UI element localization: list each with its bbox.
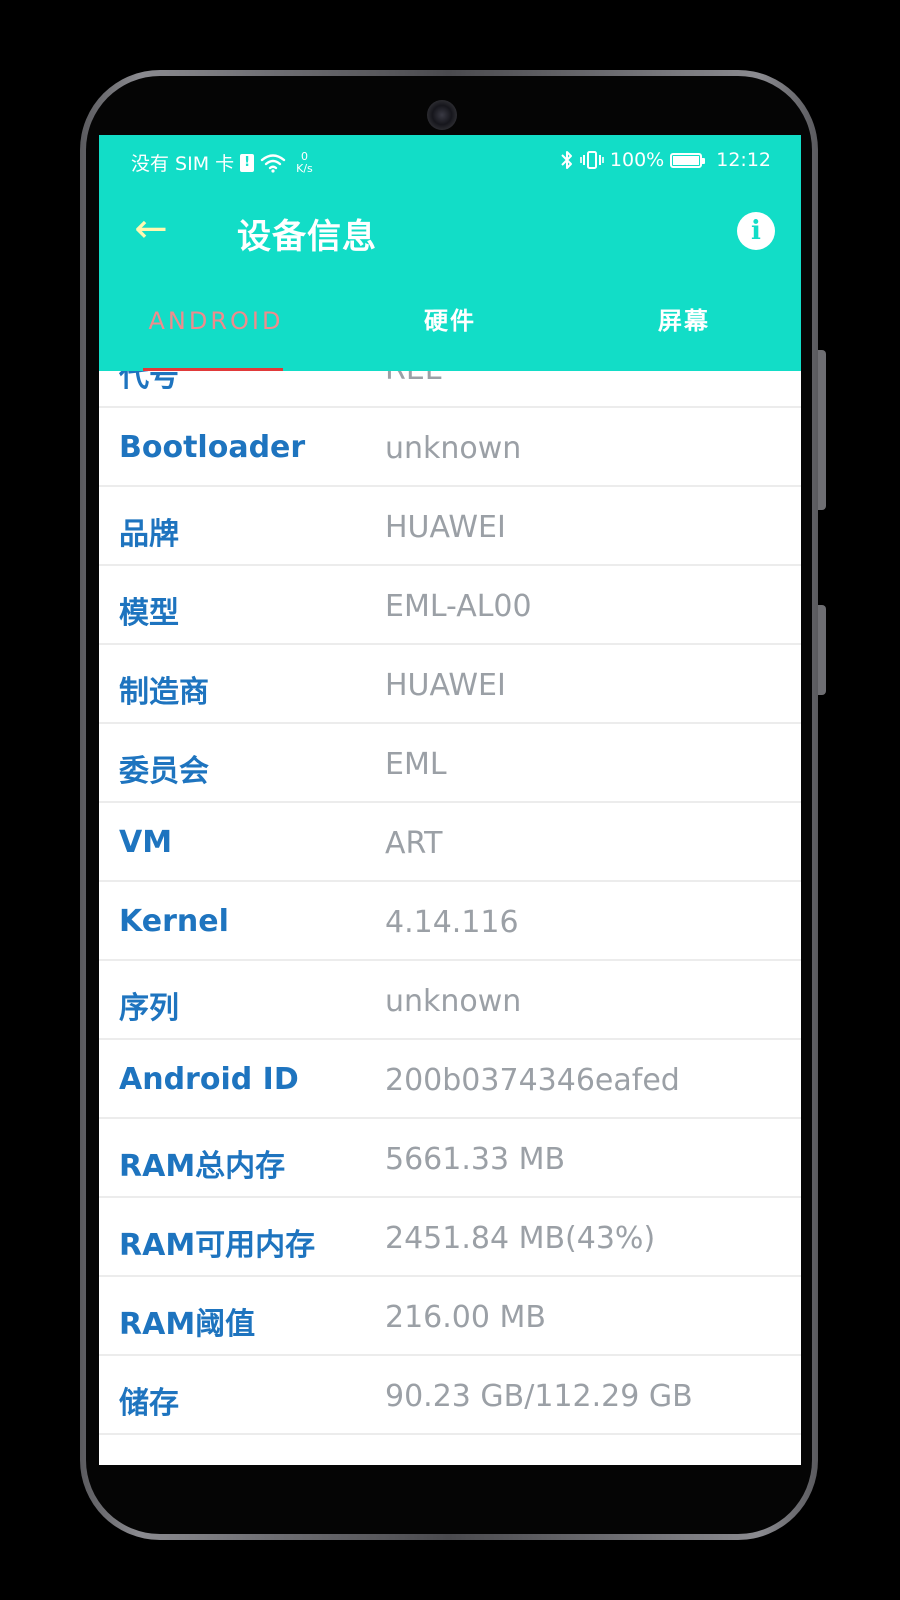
list-item[interactable]: 制造商 HUAWEI (99, 645, 801, 724)
list-item[interactable]: RAM可用内存 2451.84 MB(43%) (99, 1198, 801, 1277)
list-item[interactable]: 品牌 HUAWEI (99, 487, 801, 566)
power-button (818, 605, 826, 695)
row-value: 90.23 GB/112.29 GB (385, 1379, 693, 1414)
tab-screen[interactable]: 屏幕 (567, 283, 801, 371)
battery-percent: 100% (609, 149, 665, 171)
sim-alert-icon: ! (240, 153, 255, 172)
list-item[interactable]: RAM阈值 216.00 MB (99, 1277, 801, 1356)
row-value: 2451.84 MB(43%) (385, 1221, 656, 1256)
battery-fill (673, 155, 700, 165)
row-label: 序列 (119, 991, 179, 1026)
row-label: Kernel (119, 904, 229, 939)
row-label: 储存 (119, 1386, 179, 1421)
tab-android[interactable]: ANDROID (99, 283, 333, 371)
row-value: REL (385, 371, 442, 387)
row-value: 5661.33 MB (385, 1142, 566, 1177)
wifi-icon (260, 153, 286, 173)
row-value: HUAWEI (385, 668, 506, 703)
row-value: 216.00 MB (385, 1300, 546, 1335)
front-camera (427, 100, 457, 130)
row-label: 委员会 (119, 754, 209, 789)
list-item[interactable]: Android ID 200b0374346eafed (99, 1040, 801, 1119)
tab-hardware[interactable]: 硬件 (333, 283, 567, 371)
row-value: ART (385, 826, 443, 861)
row-value: unknown (385, 984, 522, 1019)
status-bar: 没有 SIM 卡 ! 0 K/s 100% 12:12 (99, 135, 801, 191)
row-value: unknown (385, 431, 522, 466)
row-value: EML (385, 747, 447, 782)
row-label: Bootloader (119, 430, 306, 465)
bluetooth-icon (561, 151, 572, 169)
row-label: VM (119, 825, 173, 860)
info-icon[interactable]: i (737, 212, 775, 250)
status-time: 12:12 (716, 149, 771, 171)
status-right: 100% 12:12 (560, 149, 771, 171)
page-title: 设备信息 (237, 217, 377, 257)
tab-label: 硬件 (424, 307, 476, 335)
list-item[interactable]: VM ART (99, 803, 801, 882)
battery-icon (670, 152, 706, 168)
list-item[interactable]: 序列 unknown (99, 961, 801, 1040)
list-item[interactable]: 代号 REL (99, 371, 801, 408)
row-label: 品牌 (119, 517, 179, 552)
vibrate-icon (580, 151, 604, 169)
carrier-text: 没有 SIM 卡 (131, 153, 235, 175)
row-label: RAM阈值 (119, 1307, 256, 1342)
row-label: 模型 (119, 596, 179, 631)
row-value: 200b0374346eafed (385, 1063, 680, 1098)
list-item[interactable]: 委员会 EML (99, 724, 801, 803)
tab-label: 屏幕 (658, 307, 710, 335)
net-speed: 0 K/s (296, 149, 313, 175)
net-speed-unit: K/s (296, 161, 313, 175)
tab-indicator (143, 368, 283, 371)
row-label: Android ID (119, 1062, 299, 1097)
row-value: 4.14.116 (385, 905, 519, 940)
toolbar: ← 设备信息 i (99, 191, 801, 271)
tab-bar: ANDROID 硬件 屏幕 (99, 283, 801, 371)
list-item[interactable]: 储存 90.23 GB/112.29 GB (99, 1356, 801, 1435)
row-label: RAM可用内存 (119, 1228, 316, 1263)
row-label: RAM总内存 (119, 1149, 286, 1184)
list-item[interactable]: RAM总内存 5661.33 MB (99, 1119, 801, 1198)
row-label: 代号 (119, 371, 179, 394)
tab-label: ANDROID (148, 307, 284, 335)
status-left: 没有 SIM 卡 ! 0 K/s (131, 149, 313, 176)
info-list: 代号 REL Bootloader unknown 品牌 HUAWEI 模型 EML-AL00… (99, 371, 801, 1435)
arrow-left-icon[interactable]: ← (127, 207, 175, 255)
volume-button (818, 350, 826, 510)
row-value: EML-AL00 (385, 589, 532, 624)
list-item[interactable]: Kernel 4.14.116 (99, 882, 801, 961)
net-speed-value: 0 (300, 149, 308, 163)
list-item[interactable]: Bootloader unknown (99, 408, 801, 487)
row-label: 制造商 (119, 675, 209, 710)
info-list-viewport[interactable]: 代号 REL Bootloader unknown 品牌 HUAWEI 模型 EML-AL00… (99, 371, 801, 1465)
app-bar: 没有 SIM 卡 ! 0 K/s 100% 12:12 ← 设备信息 i AND… (99, 135, 801, 371)
list-item[interactable]: 模型 EML-AL00 (99, 566, 801, 645)
row-value: HUAWEI (385, 510, 506, 545)
screen: 代号 REL Bootloader unknown 品牌 HUAWEI 模型 EML-AL00… (99, 135, 801, 1465)
